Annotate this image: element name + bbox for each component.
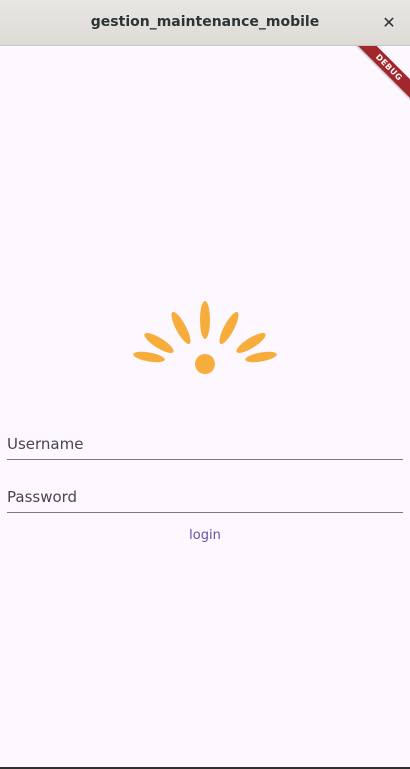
- logo-ray: [219, 311, 239, 345]
- login-button[interactable]: login: [170, 523, 240, 547]
- logo-ray: [133, 351, 165, 363]
- logo-ray: [245, 351, 277, 363]
- logo-ray: [171, 311, 191, 345]
- username-input[interactable]: [7, 435, 403, 453]
- username-field[interactable]: [7, 420, 403, 460]
- close-button[interactable]: ✕: [378, 11, 400, 33]
- app-body: DEBUG login: [0, 46, 410, 767]
- sun-rays-logo-icon: [133, 301, 277, 374]
- password-input[interactable]: [7, 488, 403, 506]
- close-icon: ✕: [382, 12, 396, 32]
- debug-banner: DEBUG: [346, 46, 410, 110]
- window-titlebar: gestion_maintenance_mobile ✕: [0, 0, 410, 46]
- logo-ray: [200, 301, 210, 339]
- window-title: gestion_maintenance_mobile: [90, 14, 320, 30]
- debug-label: DEBUG: [352, 46, 410, 104]
- logo-center: [195, 354, 215, 374]
- password-field[interactable]: [7, 473, 403, 513]
